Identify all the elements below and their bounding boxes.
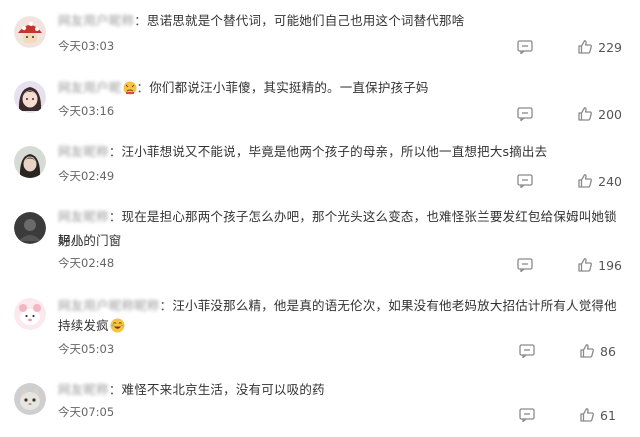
comment-bubble-icon: [517, 40, 533, 54]
like-count: 229: [598, 39, 622, 55]
comment-time: 今天03:16: [58, 104, 115, 118]
comment-bubble-icon: [517, 107, 533, 121]
comment-item: 网友昵称：现在是担心那两个孩子怎么办吧，那个光头这么变态，也难怪张兰要发红包给保…: [0, 200, 640, 286]
mushroom-avatar-icon[interactable]: [14, 16, 46, 48]
thumbs-up-icon: [578, 258, 593, 272]
like-button[interactable]: 61: [579, 407, 622, 423]
dark-avatar-icon[interactable]: [14, 212, 46, 244]
separator: ：: [108, 382, 122, 397]
reply-button[interactable]: [519, 408, 535, 422]
thumbs-up-icon: [578, 174, 593, 188]
cat-avatar-icon[interactable]: [14, 383, 46, 415]
thumbs-up-icon: [580, 344, 594, 358]
comment-bubble-icon: [517, 174, 533, 188]
like-count: 196: [598, 257, 622, 273]
comment-text-line: 网友用户昵 ：你们都说汪小菲傻，其实挺精的。一直保护孩子妈: [58, 76, 626, 103]
comment-bubble-icon: [519, 344, 535, 358]
comment-time: 今天07:05: [58, 405, 115, 419]
comment-text: 汪小菲没那么精，他是真的语无伦次，如果没有他老妈放大招估计所有人觉得他: [172, 298, 617, 313]
comment-actions: 196: [517, 256, 622, 274]
username[interactable]: 网友用户昵: [58, 80, 122, 95]
comment-bubble-icon: [517, 258, 533, 272]
comment-time: 今天02:49: [58, 169, 115, 183]
comment-actions: 86: [519, 342, 622, 360]
comment-text-line: 网友用户昵称：思诺思就是个替代词，可能她们自己也用这个词替代那啥: [58, 9, 626, 33]
comment-item: 网友昵称：汪小菲想说又不能说，毕竟是他两个孩子的母亲，所以他一直想把大s摘出去 …: [0, 136, 640, 200]
username[interactable]: 网友昵称: [58, 382, 109, 397]
comment-text: 你们都说汪小菲傻，其实挺精的。一直保护孩子妈: [149, 80, 429, 95]
comment-text: 汪小菲想说又不能说，毕竟是他两个孩子的母亲，所以他一直想把大s摘出去: [121, 144, 548, 159]
reply-button[interactable]: [517, 107, 533, 121]
comment-text-line: 网友昵称：难怪不来北京生活，没有可以吸的药: [58, 378, 626, 402]
reply-button[interactable]: [519, 344, 535, 358]
thumbs-up-icon: [578, 107, 593, 121]
comment-time: 今天02:48: [58, 256, 115, 270]
separator: ：: [159, 298, 173, 313]
thumbs-up-icon: [578, 40, 593, 54]
username[interactable]: 网友昵称: [58, 144, 109, 159]
comment-actions: 61: [519, 406, 622, 424]
comment-text: 难怪不来北京生活，没有可以吸的药: [121, 382, 325, 397]
comment-time: 今天03:03: [58, 39, 115, 53]
like-button[interactable]: 86: [579, 343, 622, 359]
girl-avatar-icon[interactable]: [14, 81, 46, 113]
thumbs-up-icon: [580, 408, 594, 422]
separator: ：: [108, 144, 122, 159]
laughing-emoji-icon: [110, 317, 125, 341]
separator: ：: [136, 80, 150, 95]
comment-bubble-icon: [519, 408, 535, 422]
like-count: 61: [600, 407, 616, 423]
comment-actions: 200: [517, 105, 622, 123]
comment-actions: 229: [517, 38, 622, 56]
comment-text-continuation: 玥儿的门窗: [58, 233, 122, 248]
like-count: 240: [598, 173, 622, 189]
username[interactable]: 网友昵称: [58, 209, 109, 224]
separator: ：: [134, 13, 147, 28]
pink-cartoon-avatar-icon[interactable]: [14, 298, 46, 330]
comment-text: 持续发疯: [58, 318, 109, 333]
reply-button[interactable]: [517, 174, 533, 188]
comment-text-line: 网友昵称：汪小菲想说又不能说，毕竟是他两个孩子的母亲，所以他一直想把大s摘出去: [58, 140, 626, 164]
username[interactable]: 网友用户昵称: [58, 13, 134, 28]
comment-item: 网友用户昵 ：你们都说汪小菲傻，其实挺精的。一直保护孩子妈 今天03:16 200: [0, 72, 640, 136]
like-count: 86: [600, 343, 616, 359]
emoji-icon: [123, 79, 137, 103]
comment-item: 网友昵称：难怪不来北京生活，没有可以吸的药 今天07:05 61: [0, 366, 640, 437]
like-button[interactable]: 240: [577, 173, 622, 189]
comment-item: 网友用户昵称：思诺思就是个替代词，可能她们自己也用这个词替代那啥 今天03:03…: [0, 0, 640, 72]
like-button[interactable]: 196: [577, 257, 622, 273]
comment-time: 今天05:03: [58, 342, 115, 356]
comment-actions: 240: [517, 172, 622, 190]
comment-text: 思诺思就是个替代词，可能她们自己也用这个词替代那啥: [146, 13, 465, 28]
comment-list: 网友用户昵称：思诺思就是个替代词，可能她们自己也用这个词替代那啥 今天03:03…: [0, 0, 640, 437]
username[interactable]: 网友用户昵称昵称: [58, 298, 160, 313]
reply-button[interactable]: [517, 258, 533, 272]
like-button[interactable]: 200: [577, 106, 622, 122]
like-count: 200: [598, 106, 622, 122]
comment-text-continuation: 持续发疯: [58, 314, 626, 341]
portrait-avatar-icon[interactable]: [14, 146, 46, 178]
reply-button[interactable]: [517, 40, 533, 54]
like-button[interactable]: 229: [577, 39, 622, 55]
separator: ：: [108, 209, 122, 224]
comment-item: 网友用户昵称昵称：汪小菲没那么精，他是真的语无伦次，如果没有他老妈放大招估计所有…: [0, 286, 640, 366]
